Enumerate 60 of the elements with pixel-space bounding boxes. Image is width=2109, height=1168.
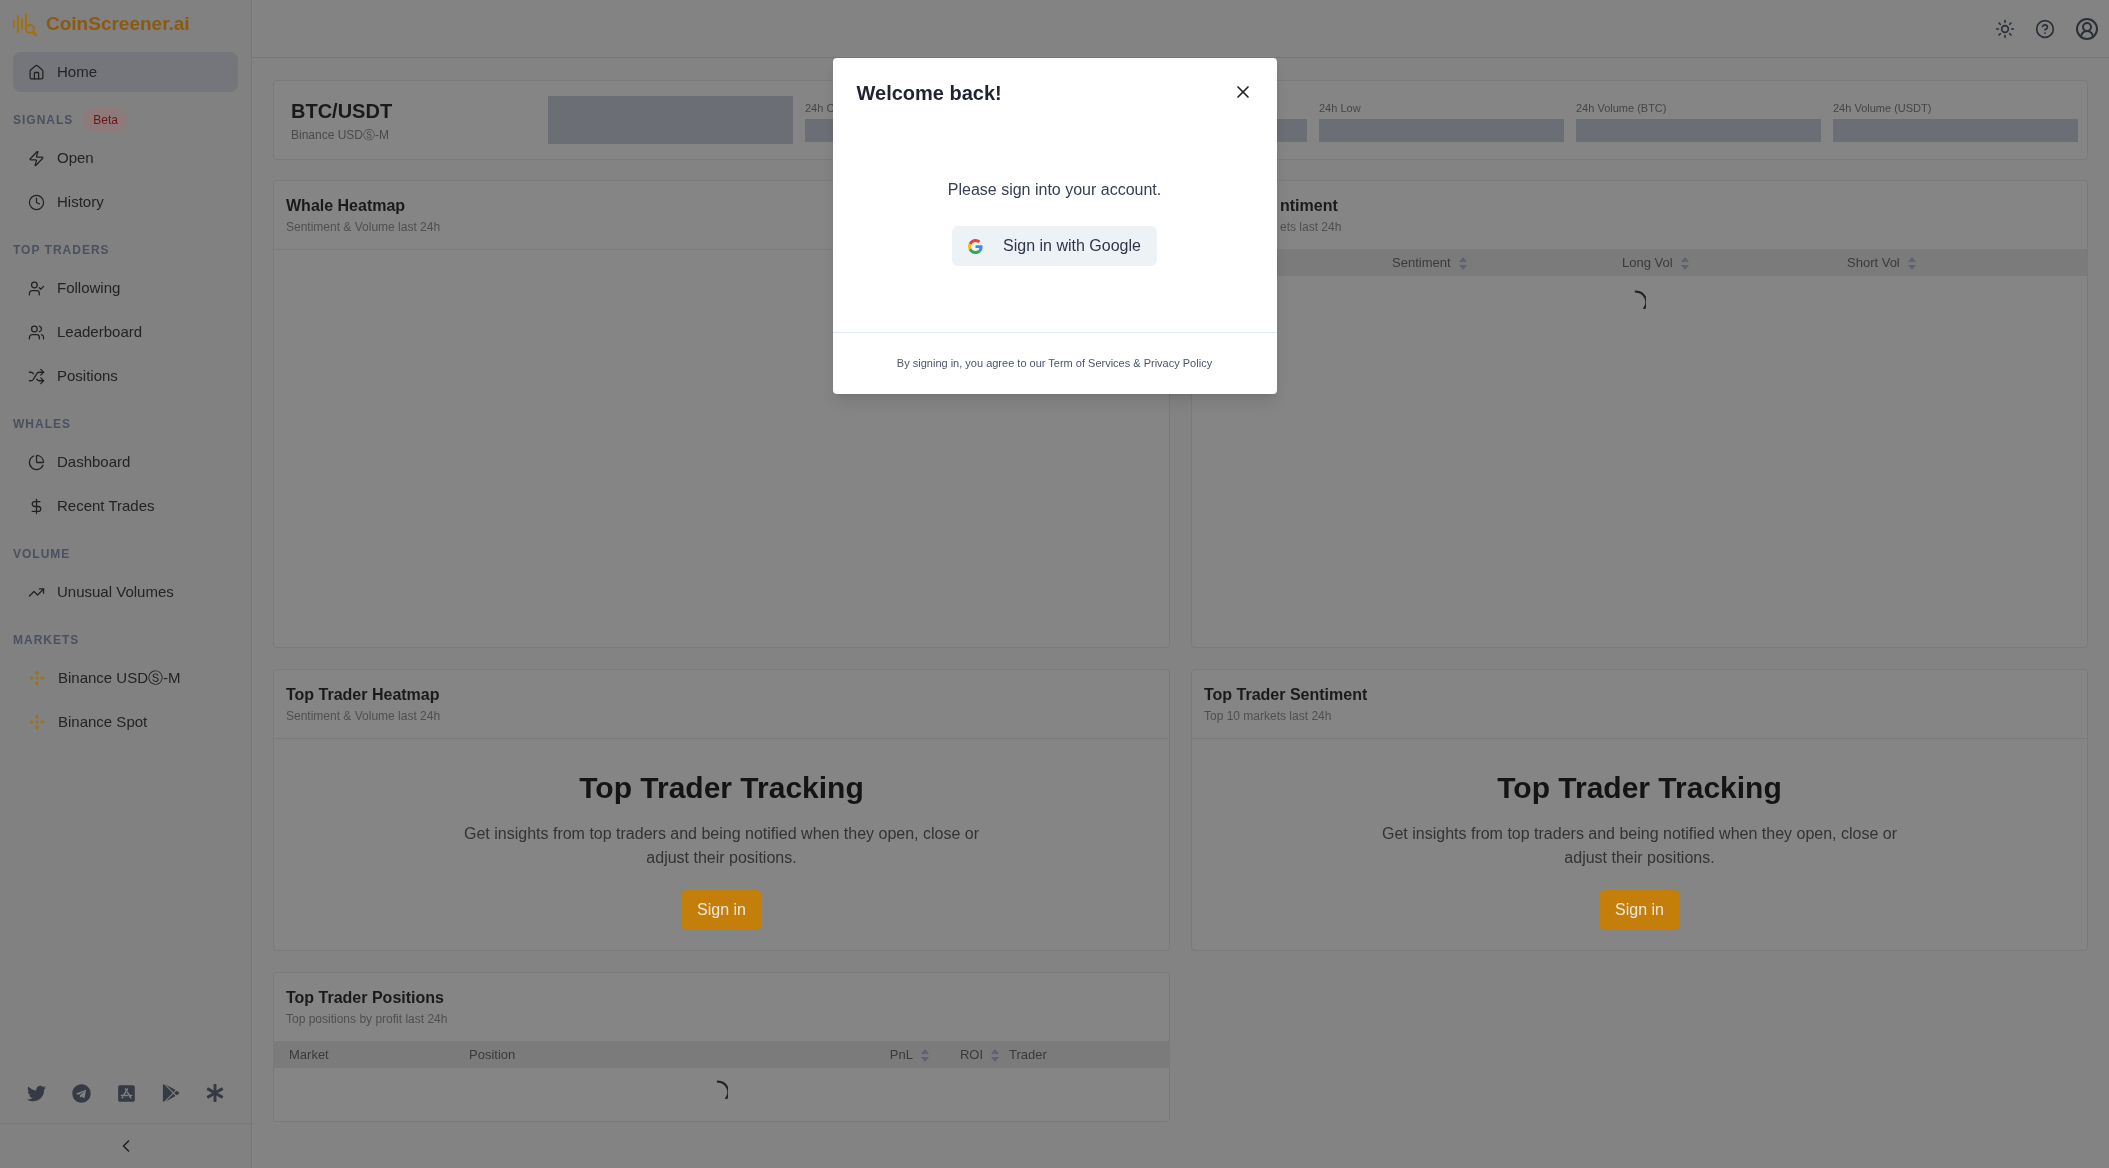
app-store-icon[interactable]: [117, 1083, 136, 1103]
user-avatar-icon[interactable]: [2075, 16, 2099, 41]
dialog-title: Welcome back!: [856, 81, 1002, 106]
google-sign-in-button[interactable]: Sign in with Google: [952, 226, 1157, 266]
market-pair: BTC/USDT: [291, 99, 394, 124]
sidebar-item[interactable]: Binance Spot: [13, 702, 238, 742]
column-header[interactable]: Short Vol: [1847, 253, 2087, 273]
pie-chart-icon: [28, 453, 45, 471]
sidebar-item[interactable]: Unusual Volumes: [13, 572, 238, 612]
stat-label: 24h Volume (BTC): [1576, 101, 1668, 115]
card-title: Whale Heatmap: [286, 196, 406, 216]
help-icon[interactable]: [2035, 18, 2055, 39]
sidebar-item[interactable]: History: [13, 182, 238, 222]
clock-icon: [28, 193, 45, 211]
dialog-message: Please sign into your account.: [947, 180, 1162, 200]
sign-in-button[interactable]: Sign in: [1599, 890, 1680, 930]
logo-icon: [12, 11, 38, 37]
sidebar-item[interactable]: Open: [13, 138, 238, 178]
users-icon: [28, 323, 45, 341]
promo-heading: Top Trader Tracking: [1497, 770, 1782, 806]
sidebar-item[interactable]: Leaderboard: [13, 312, 238, 352]
sidebar-item[interactable]: Binance USDⓈ-M: [13, 658, 238, 698]
column-header: Position: [469, 1046, 517, 1065]
paper-plane-icon[interactable]: [72, 1083, 91, 1103]
exchange-name: Binance USDⓈ-M: [291, 127, 391, 144]
user-check-icon: [28, 279, 45, 297]
sidebar-item[interactable]: Positions: [13, 356, 238, 396]
home-icon: [28, 63, 45, 81]
logo-text: CoinScreener.ai: [46, 11, 190, 36]
column-header[interactable]: ROI: [939, 1045, 1009, 1065]
sidebar-item[interactable]: Following: [13, 268, 238, 308]
theme-toggle-icon[interactable]: [1995, 18, 2015, 39]
sign-in-button[interactable]: Sign in: [681, 890, 762, 930]
sidebar-item[interactable]: Dashboard: [13, 442, 238, 482]
lightning-icon: [28, 149, 45, 167]
shuffle-icon: [28, 367, 45, 385]
stat-label: 24h Volume (USDT): [1833, 101, 1933, 115]
column-header[interactable]: PnL: [759, 1045, 939, 1065]
column-header[interactable]: Sentiment: [1392, 253, 1622, 273]
promo-text: Get insights from top traders and being notified when they open, close or adjust their positions.: [463, 824, 980, 868]
promo-text: Get insights from top traders and being notified when they open, close or adjust their positions.: [1381, 824, 1898, 868]
diamond-logo-icon: [28, 713, 46, 731]
column-header: Trader: [1009, 1046, 1048, 1065]
bird-icon[interactable]: [27, 1083, 46, 1103]
card-title: Top Trader Positions: [286, 988, 444, 1008]
stat-label: 24h Low: [1319, 101, 1362, 115]
card-title: Top Trader Heatmap: [286, 685, 440, 705]
asterisk-icon[interactable]: [206, 1084, 224, 1102]
column-header: Market: [289, 1046, 330, 1065]
beta-badge: Beta: [83, 108, 129, 132]
sidebar-item[interactable]: Recent Trades: [13, 486, 238, 526]
sidebar-item[interactable]: Home: [13, 52, 238, 92]
card-title: ntiment: [1280, 196, 1338, 216]
card-title: Top Trader Sentiment: [1204, 685, 1368, 705]
google-logo-icon: [968, 238, 984, 254]
promo-heading: Top Trader Tracking: [579, 770, 864, 806]
diamond-logo-icon: [28, 669, 46, 687]
play-icon[interactable]: [162, 1084, 180, 1102]
column-header[interactable]: Long Vol: [1622, 253, 1847, 273]
dialog-footer-text: By signing in, you agree to our Term of Services & Privacy Policy: [896, 356, 1213, 371]
